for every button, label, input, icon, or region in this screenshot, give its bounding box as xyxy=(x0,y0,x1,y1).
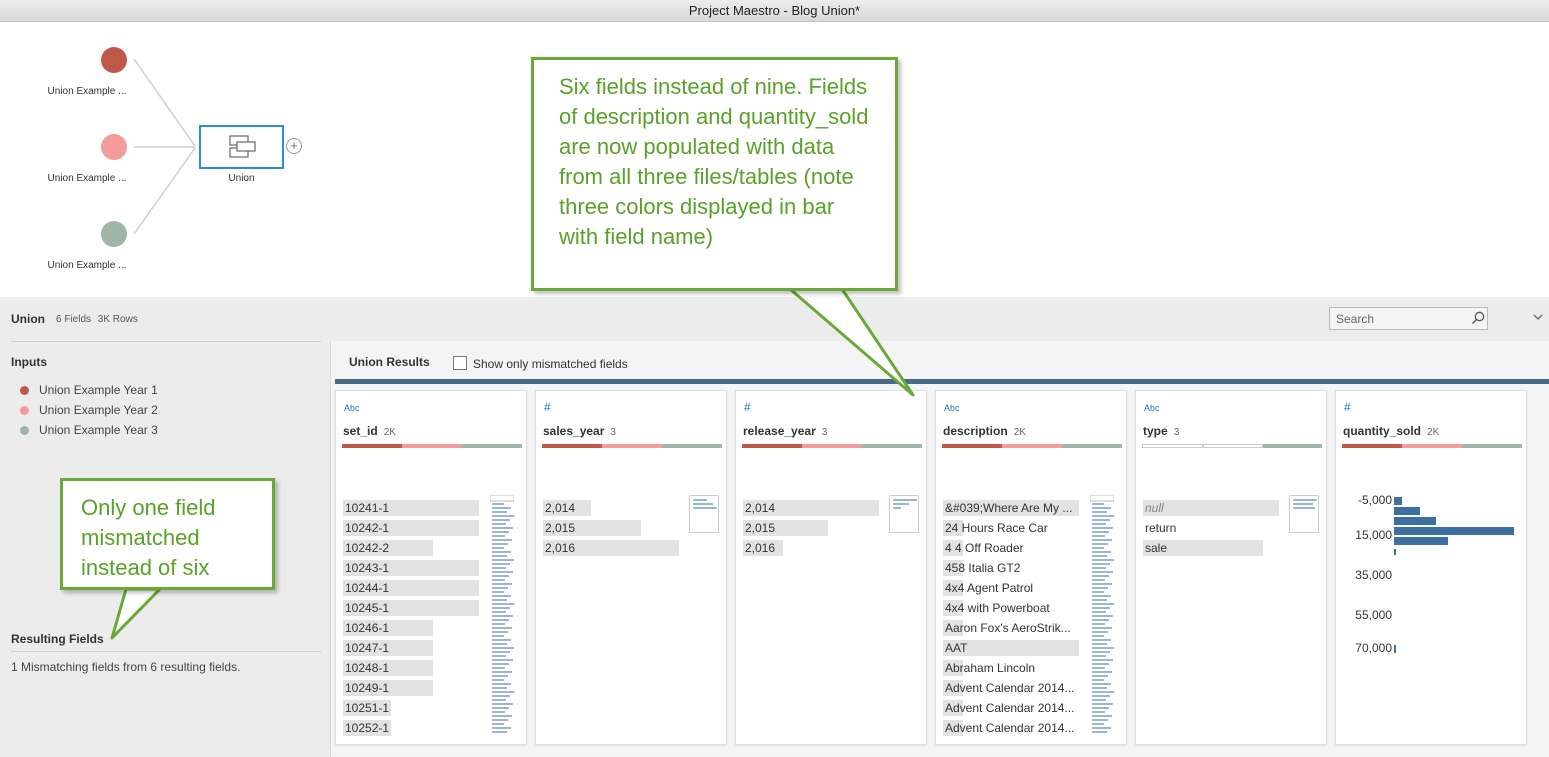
annotation-callout-left: Only one field mismatched instead of six xyxy=(60,478,275,590)
annotation-callout-top: Six fields instead of nine. Fields of de… xyxy=(531,57,898,291)
callout-text: Only one field mismatched instead of six xyxy=(81,495,216,580)
callout-text: Six fields instead of nine. Fields of de… xyxy=(559,74,869,249)
